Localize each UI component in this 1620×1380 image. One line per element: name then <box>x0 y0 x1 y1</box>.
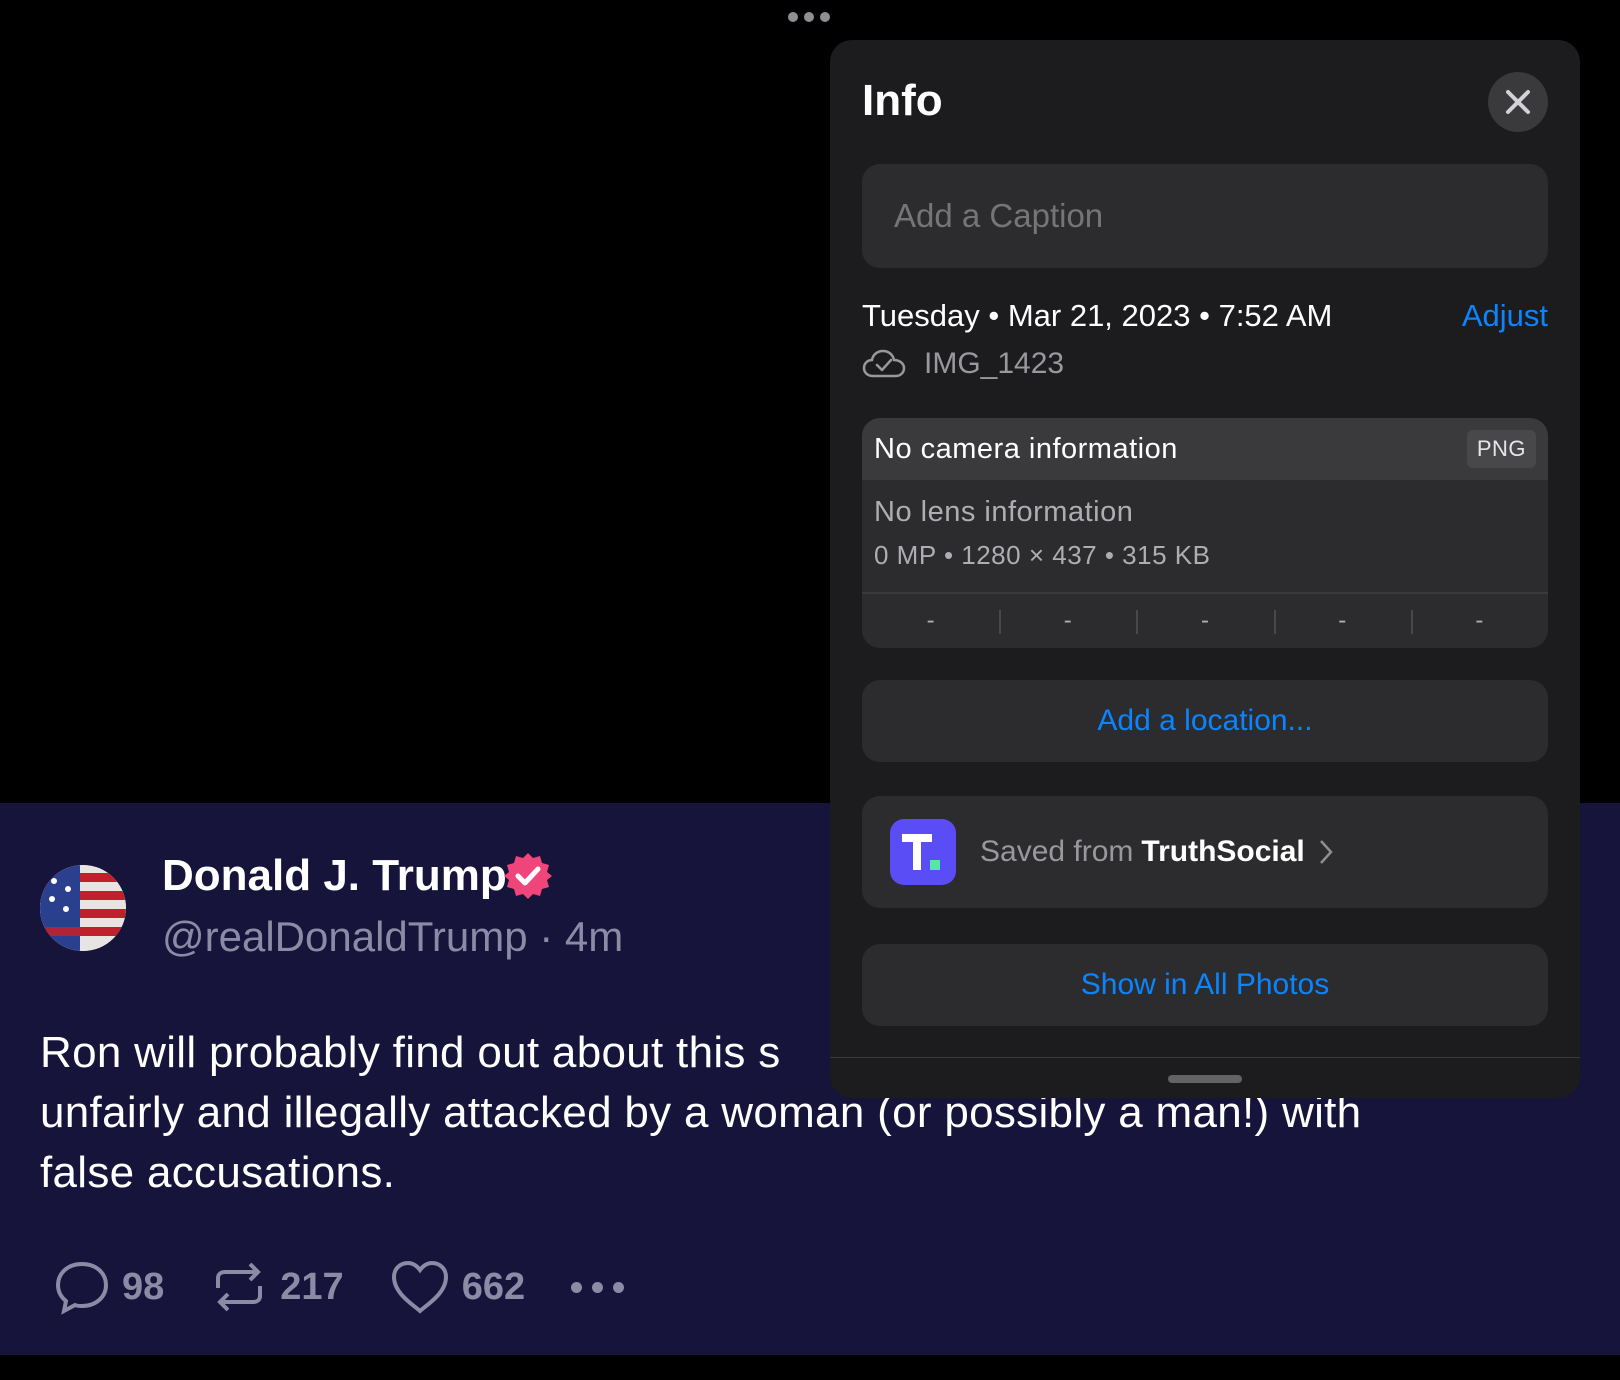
saved-from-label: Saved from TruthSocial <box>980 835 1305 869</box>
exif-aperture: - <box>1273 594 1411 648</box>
adjust-button[interactable]: Adjust <box>1462 298 1548 334</box>
camera-info-card: No camera information PNG No lens inform… <box>862 418 1548 648</box>
date-row: Tuesday • Mar 21, 2023 • 7:52 AM Adjust <box>862 298 1548 334</box>
retruth-button[interactable]: 217 <box>210 1258 344 1316</box>
verified-badge-icon <box>504 853 552 899</box>
camera-header: No camera information PNG <box>862 418 1548 480</box>
lens-label: No lens information <box>874 496 1134 528</box>
saved-app-name: TruthSocial <box>1141 835 1305 868</box>
info-sheet: Info Tuesday • Mar 21, 2023 • 7:52 AM Ad… <box>830 40 1580 1098</box>
divider <box>830 1057 1580 1058</box>
saved-prefix: Saved from <box>980 835 1134 868</box>
comment-icon <box>55 1261 109 1315</box>
image-specs: 0 MP • 1280 × 437 • 315 KB <box>874 540 1211 570</box>
window-handle-dots[interactable] <box>788 12 830 22</box>
post-line: false accusations. <box>40 1148 396 1197</box>
like-button[interactable]: 662 <box>390 1259 525 1315</box>
close-button[interactable] <box>1488 72 1548 132</box>
retruth-count: 217 <box>280 1265 344 1308</box>
more-options-icon[interactable] <box>571 1281 625 1293</box>
handle-timestamp[interactable]: @realDonaldTrump · 4m <box>162 913 623 961</box>
exif-ev: - <box>1136 594 1273 648</box>
avatar[interactable] <box>40 865 126 951</box>
camera-label: No camera information <box>874 432 1178 465</box>
saved-from-row[interactable]: Saved from TruthSocial <box>862 796 1548 908</box>
add-location-button[interactable]: Add a location... <box>862 680 1548 762</box>
author-name[interactable]: Donald J. Trump <box>162 851 507 901</box>
exif-iso: - <box>926 607 935 634</box>
file-row: IMG_1423 <box>862 347 1064 381</box>
show-in-all-photos-button[interactable]: Show in All Photos <box>862 944 1548 1026</box>
chevron-right-icon <box>1319 840 1333 864</box>
like-count: 662 <box>461 1265 526 1308</box>
icloud-check-icon <box>862 349 906 378</box>
capture-date: Tuesday • Mar 21, 2023 • 7:52 AM <box>862 298 1333 333</box>
caption-input[interactable] <box>862 164 1548 268</box>
post-actions: 98 217 662 <box>54 1258 625 1316</box>
dot <box>820 12 830 22</box>
heart-icon <box>391 1260 448 1314</box>
exif-shutter: - <box>1410 594 1548 648</box>
reply-count: 98 <box>122 1265 165 1308</box>
exif-focal: - <box>999 594 1136 648</box>
sheet-grabber[interactable] <box>1168 1075 1242 1083</box>
exif-row: - - - - - <box>862 594 1548 648</box>
format-badge: PNG <box>1466 430 1536 468</box>
close-icon <box>1506 90 1530 114</box>
sheet-title: Info <box>862 76 943 125</box>
repost-icon <box>216 1262 263 1312</box>
truthsocial-app-icon <box>890 819 956 885</box>
dot <box>788 12 798 22</box>
dot <box>804 12 814 22</box>
filename: IMG_1423 <box>924 347 1065 380</box>
reply-button[interactable]: 98 <box>54 1259 164 1315</box>
